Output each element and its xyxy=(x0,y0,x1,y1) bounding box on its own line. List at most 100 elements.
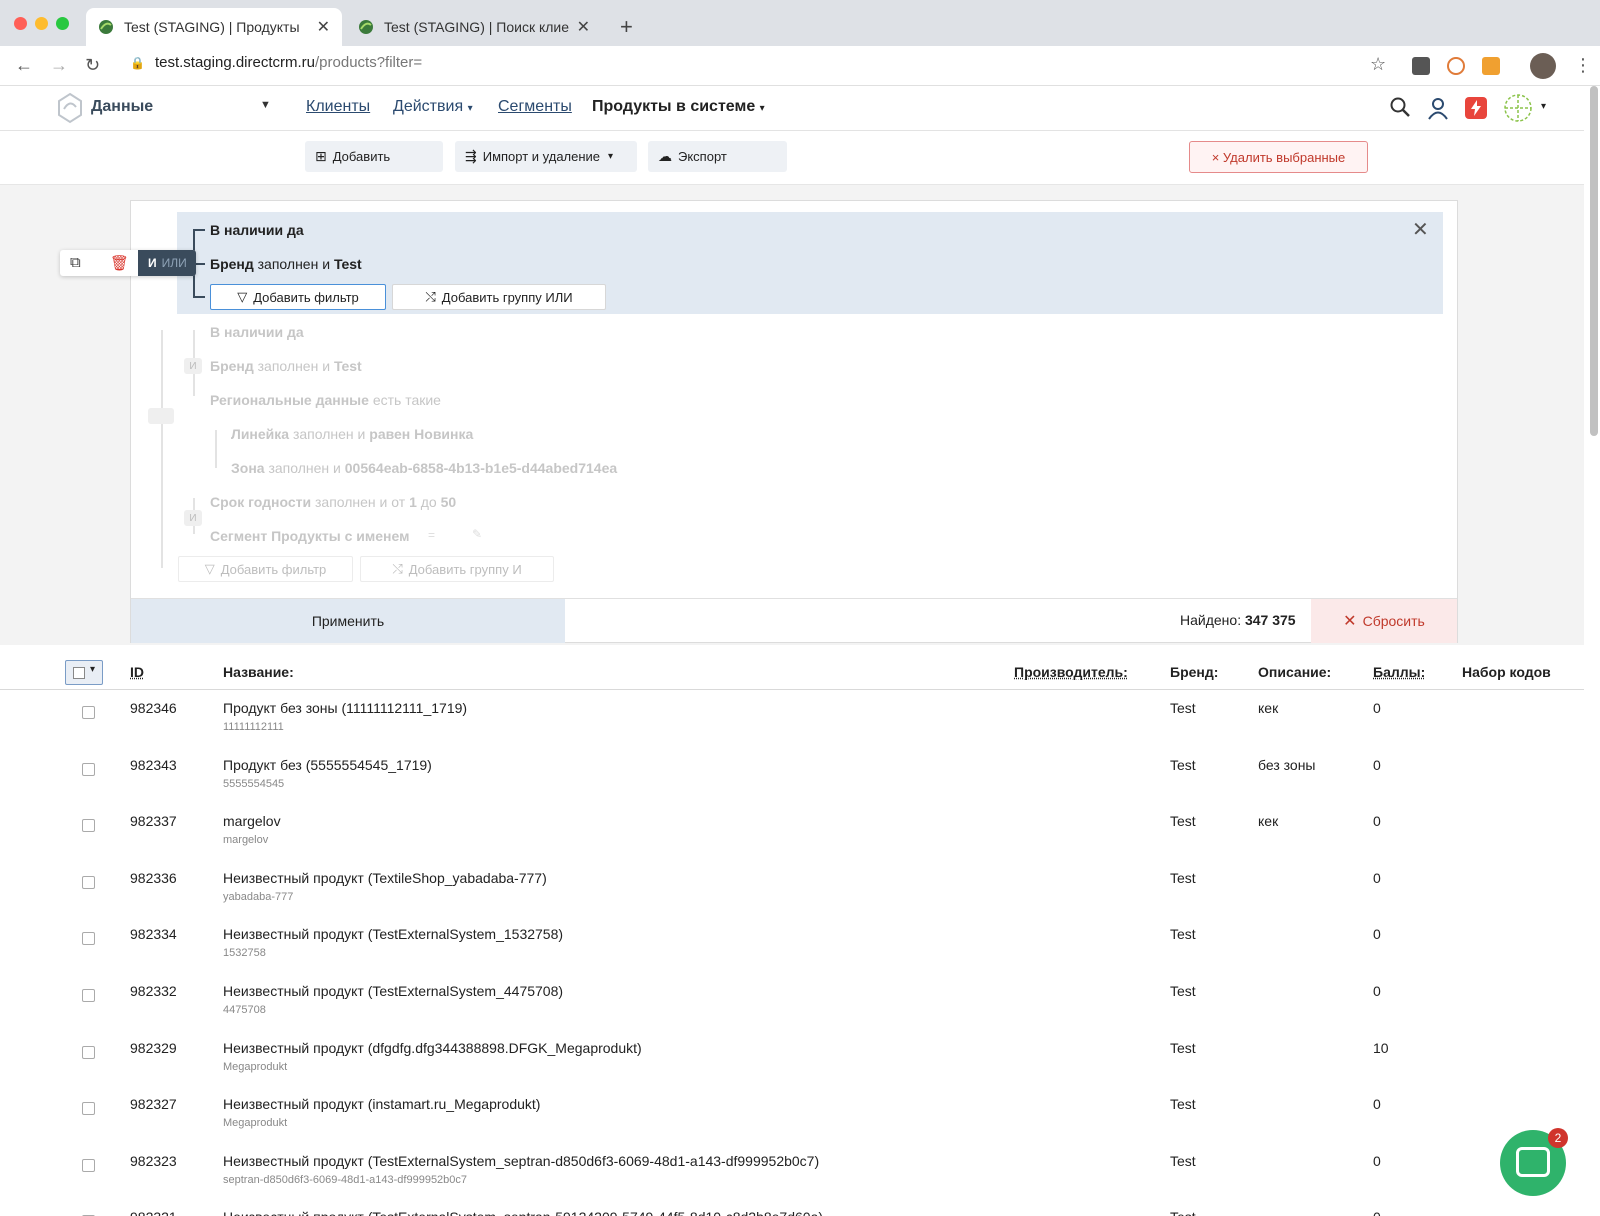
close-tab-icon[interactable]: ✕ xyxy=(577,17,590,37)
delete-selected-button[interactable]: × Удалить выбранные xyxy=(1189,141,1368,173)
add-and-group-button[interactable]: ⤭ Добавить группу И xyxy=(360,556,554,582)
row-external-id: 11111112111 xyxy=(223,721,284,733)
add-product-button[interactable]: ⊞ Добавить xyxy=(305,141,443,172)
reload-icon[interactable]: ↻ xyxy=(85,55,100,76)
browser-tab-client-search[interactable]: Test (STAGING) | Поиск клиен ✕ xyxy=(346,8,602,46)
row-name[interactable]: Продукт без зоны (11111112111_1719) xyxy=(223,700,467,716)
or-option[interactable]: ИЛИ xyxy=(162,256,187,270)
minimize-window-button[interactable] xyxy=(35,17,48,30)
chat-unread-badge: 2 xyxy=(1548,1128,1568,1148)
add-filter-label: Добавить фильтр xyxy=(253,289,359,305)
extension-icon[interactable] xyxy=(1447,57,1465,75)
scrollbar[interactable] xyxy=(1590,86,1598,436)
column-manufacturer[interactable]: Производитель: xyxy=(1014,664,1128,680)
row-checkbox[interactable] xyxy=(82,989,95,1002)
table-row[interactable]: 982336 Неизвестный продукт (TextileShop_y… xyxy=(0,862,1584,918)
filter-condition-segment[interactable]: Сегмент Продукты с именем xyxy=(210,528,409,544)
row-checkbox[interactable] xyxy=(82,1046,95,1059)
row-name[interactable]: Продукт без (5555554545_1719) xyxy=(223,757,432,773)
row-name[interactable]: Неизвестный продукт (instamart.ru_Megapr… xyxy=(223,1096,540,1112)
chat-widget-button[interactable]: 2 xyxy=(1500,1128,1568,1196)
trash-icon[interactable]: 🗑 xyxy=(110,254,129,272)
notifications-bolt-icon[interactable] xyxy=(1464,96,1488,120)
row-name[interactable]: Неизвестный продукт (TestExternalSystem_… xyxy=(223,983,563,999)
close-window-button[interactable] xyxy=(14,17,27,30)
chevron-down-icon[interactable]: ▼ xyxy=(260,99,271,111)
filter-condition-regional[interactable]: Региональные данные есть такие xyxy=(210,392,441,408)
row-checkbox[interactable] xyxy=(82,1159,95,1172)
and-pill[interactable]: И xyxy=(184,510,202,526)
reset-button[interactable]: ✕ Сбросить xyxy=(1311,599,1457,643)
table-row[interactable]: 982321 Неизвестный продукт (TestExternalS… xyxy=(0,1201,1584,1216)
support-agent-icon[interactable] xyxy=(1426,96,1450,120)
and-option[interactable]: И xyxy=(148,256,157,270)
column-id[interactable]: ID xyxy=(130,664,144,680)
and-pill[interactable]: И xyxy=(184,358,202,374)
row-name[interactable]: Неизвестный продукт (TestExternalSystem_… xyxy=(223,926,563,942)
table-row[interactable]: 982346 Продукт без зоны (11111112111_1719… xyxy=(0,692,1584,748)
table-row[interactable]: 982334 Неизвестный продукт (TestExternalS… xyxy=(0,918,1584,974)
row-name[interactable]: Неизвестный продукт (TextileShop_yabadab… xyxy=(223,870,547,886)
column-codes: Набор кодов xyxy=(1462,664,1551,680)
row-checkbox[interactable] xyxy=(82,932,95,945)
project-grid-icon[interactable] xyxy=(1502,93,1534,123)
extension-icon[interactable] xyxy=(1412,57,1430,75)
bookmark-star-icon[interactable]: ☆ xyxy=(1370,54,1386,75)
import-delete-button[interactable]: ⇶ Импорт и удаление ▾ xyxy=(455,141,637,172)
row-checkbox[interactable] xyxy=(82,819,95,832)
nav-clients[interactable]: Клиенты xyxy=(306,98,370,116)
add-filter-button-dim[interactable]: ▽ Добавить фильтр xyxy=(178,556,353,582)
add-filter-button[interactable]: ▽ Добавить фильтр xyxy=(210,284,386,310)
apply-button[interactable]: Применить xyxy=(131,599,565,643)
row-brand: Test xyxy=(1170,700,1196,716)
maximize-window-button[interactable] xyxy=(56,17,69,30)
close-tab-icon[interactable]: ✕ xyxy=(317,17,330,37)
column-points[interactable]: Баллы: xyxy=(1373,664,1425,680)
select-all-checkbox[interactable]: ▾ xyxy=(65,660,103,685)
filter-condition-brand[interactable]: Бренд заполнен и Test xyxy=(210,358,362,374)
row-name[interactable]: Неизвестный продукт (TestExternalSystem_… xyxy=(223,1209,823,1216)
and-or-toggle[interactable]: И ИЛИ xyxy=(138,250,196,276)
import-label: Импорт и удаление xyxy=(482,149,601,164)
row-checkbox[interactable] xyxy=(82,706,95,719)
filter-condition-shelf-life[interactable]: Срок годности заполнен и от 1 до 50 xyxy=(210,494,456,510)
nav-segments[interactable]: Сегменты xyxy=(498,98,572,116)
edit-pencil-icon[interactable]: ✎ xyxy=(472,527,482,541)
profile-avatar[interactable] xyxy=(1530,53,1556,79)
search-icon[interactable] xyxy=(1389,96,1411,118)
nav-actions[interactable]: Действия ▾ xyxy=(393,98,473,116)
browser-menu-icon[interactable]: ⋮ xyxy=(1574,55,1592,76)
filter-condition-brand[interactable]: Бренд заполнен и Test xyxy=(210,256,362,272)
close-filter-group-icon[interactable]: ✕ xyxy=(1412,217,1429,242)
filter-condition-in-stock[interactable]: В наличии да xyxy=(210,222,304,238)
export-button[interactable]: ☁ Экспорт xyxy=(648,141,787,172)
table-row[interactable]: 982343 Продукт без (5555554545_1719) 55555… xyxy=(0,749,1584,805)
add-or-group-button[interactable]: ⤭ Добавить группу ИЛИ xyxy=(392,284,606,310)
row-name[interactable]: margelov xyxy=(223,813,281,829)
row-checkbox[interactable] xyxy=(82,1102,95,1115)
table-row[interactable]: 982332 Неизвестный продукт (TestExternalS… xyxy=(0,975,1584,1031)
new-tab-button[interactable]: + xyxy=(620,14,633,40)
filter-condition-line[interactable]: Линейка заполнен и равен Новинка xyxy=(231,426,473,442)
row-checkbox[interactable] xyxy=(82,763,95,776)
table-row[interactable]: 982327 Неизвестный продукт (instamart.ru_… xyxy=(0,1088,1584,1144)
copy-icon[interactable]: ⧉ xyxy=(70,254,81,271)
chevron-down-icon[interactable]: ▾ xyxy=(1541,101,1546,112)
row-name[interactable]: Неизвестный продукт (TestExternalSystem_… xyxy=(223,1153,819,1169)
extension-icon[interactable] xyxy=(1482,57,1500,75)
section-switcher[interactable]: Данные xyxy=(91,98,153,116)
table-row[interactable]: 982323 Неизвестный продукт (TestExternalS… xyxy=(0,1145,1584,1201)
row-name[interactable]: Неизвестный продукт (dfgdfg.dfg344388898… xyxy=(223,1040,642,1056)
row-checkbox[interactable] xyxy=(82,876,95,889)
browser-tab-products[interactable]: Test (STAGING) | Продукты ✕ xyxy=(86,8,342,46)
nav-products[interactable]: Продукты в системе ▾ xyxy=(592,98,765,116)
forward-arrow-icon[interactable]: → xyxy=(50,55,68,76)
filter-condition-in-stock[interactable]: В наличии да xyxy=(210,324,304,340)
back-arrow-icon[interactable]: ← xyxy=(15,55,33,76)
filter-condition-zone[interactable]: Зона заполнен и 00564eab-6858-4b13-b1e5-… xyxy=(231,460,617,476)
group-pill[interactable] xyxy=(148,408,174,424)
table-row[interactable]: 982337 margelov margelov Test кек 0 xyxy=(0,805,1584,861)
filter-operator: заполнен и xyxy=(257,358,331,374)
table-row[interactable]: 982329 Неизвестный продукт (dfgdfg.dfg344… xyxy=(0,1032,1584,1088)
url-field[interactable]: 🔒 test.staging.directcrm.ru/products?fil… xyxy=(130,54,422,71)
